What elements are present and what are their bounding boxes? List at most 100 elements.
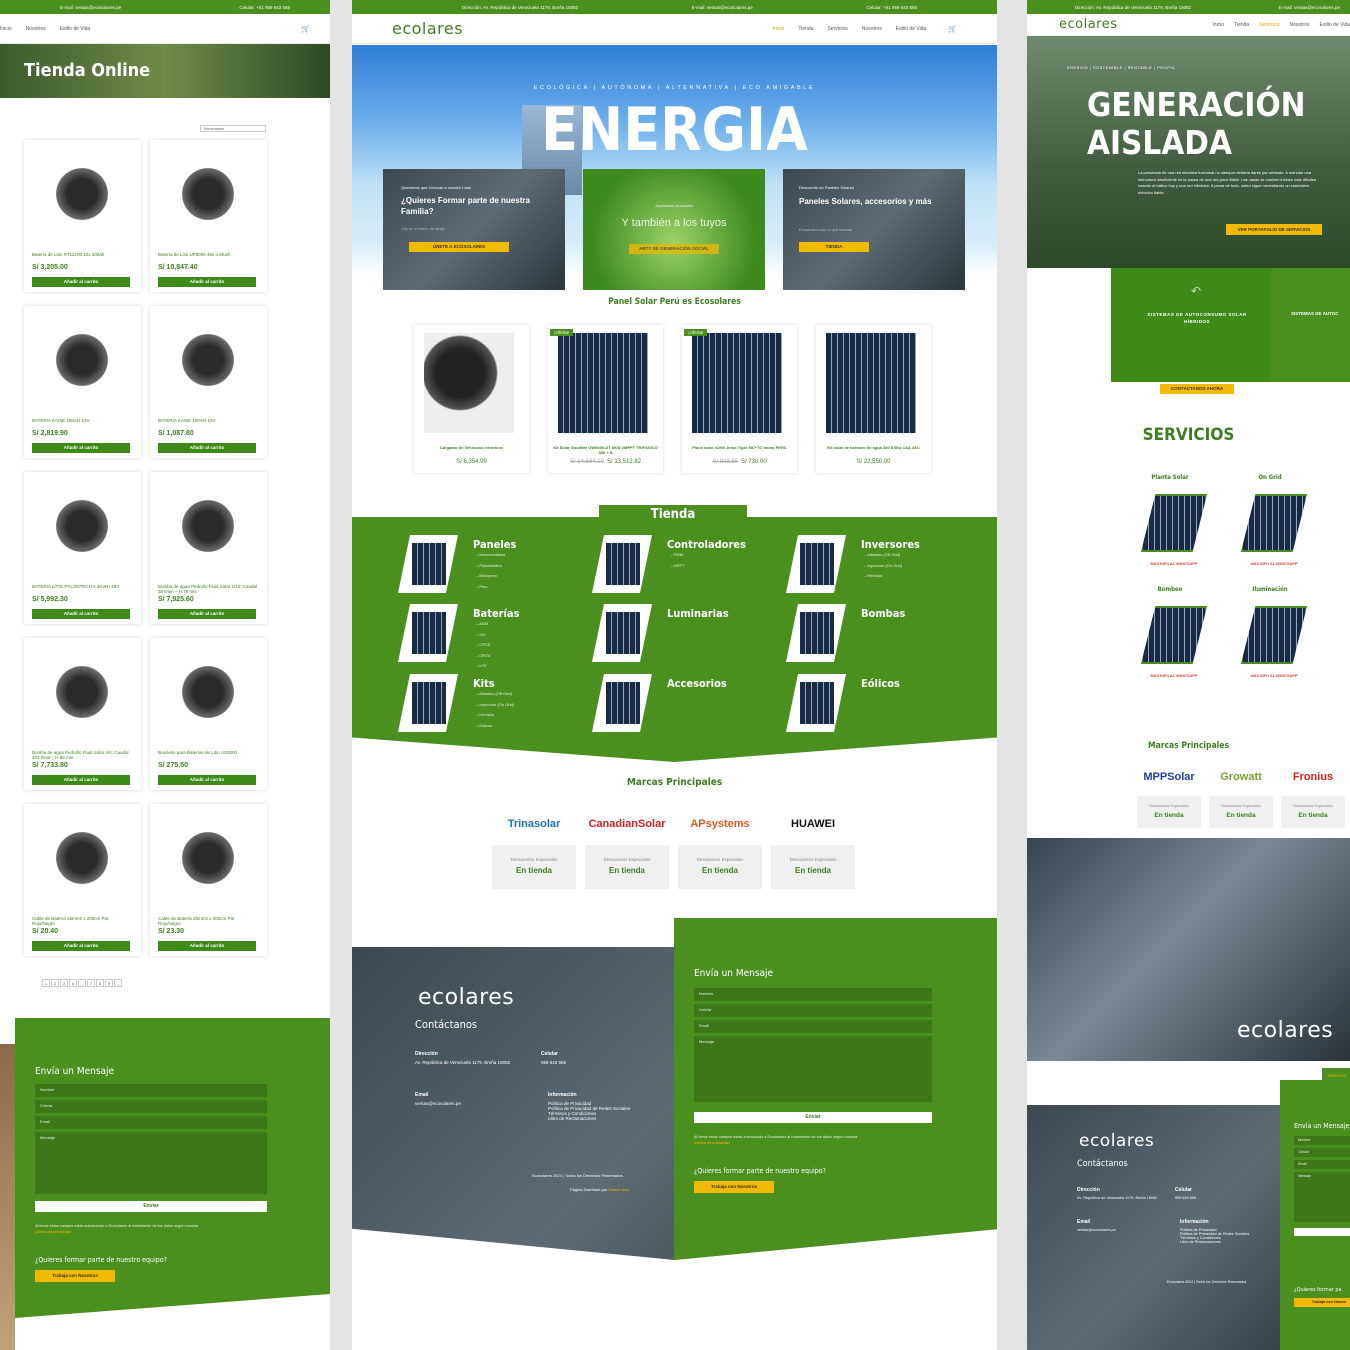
product-name[interactable]: Kit Solar GoodWe GW6000-DT 6KW 2MPPT TRI… — [552, 445, 659, 455]
topbar-phone[interactable]: Celular: +51 959 643 565 — [239, 5, 290, 10]
brand-discount-box[interactable]: Descuentos Especiales En tienda — [1209, 796, 1273, 828]
category-sub-link[interactable]: – Eólicos — [476, 721, 492, 731]
topbar-email[interactable]: E-mail: ventas@ecosolares.pe — [692, 5, 753, 10]
featured-product-card[interactable]: ¡Oferta! Kit Solar GoodWe GW6000-DT 6KW 2… — [548, 325, 663, 473]
privacy-link[interactable]: política de privacidad — [35, 1230, 267, 1234]
brand-discount-box[interactable]: Descuentos Especiales En tienda — [585, 845, 669, 889]
nav-tienda[interactable]: Tienda — [798, 26, 813, 32]
whatsapp-info-link[interactable]: MÁS INFO AL WHATSAPP — [1121, 674, 1227, 678]
product-card[interactable]: Batería de Litio UP5000 48v 4.8Kwh S/ 10,… — [150, 140, 267, 292]
sort-select[interactable]: Novedades — [200, 125, 266, 132]
name-field[interactable]: Nombre — [35, 1084, 267, 1097]
category-sub-link[interactable]: – Perc — [476, 582, 488, 592]
join-button[interactable]: ÚNETE A ECOSOLARES — [409, 242, 509, 252]
page-link[interactable]: 2 — [51, 979, 59, 987]
category-sub-link[interactable]: – Aislados (Off Grid) — [476, 689, 512, 699]
brand-discount-box[interactable]: Descuentos Especiales En tienda — [678, 845, 762, 889]
page-link[interactable]: 4 — [69, 979, 77, 987]
page-link[interactable]: 9 — [105, 979, 113, 987]
brand-logo[interactable]: Trinasolar — [482, 818, 586, 830]
add-to-cart-button[interactable]: Añadir al carrito — [32, 443, 130, 453]
brand-logo[interactable]: CanadianSolar — [575, 818, 679, 830]
brand-logo[interactable]: HUAWEI — [761, 818, 865, 830]
designer-link[interactable]: Edison Azur — [608, 1187, 629, 1192]
category-sub-link[interactable]: – Policristalino — [476, 561, 502, 571]
cart-icon[interactable]: 🛒 — [948, 25, 957, 33]
product-card[interactable]: Brackets para Baterías de Litio US3000 S/… — [150, 638, 267, 790]
nav-nosotros[interactable]: Nosotros — [862, 26, 882, 32]
service-image[interactable] — [1141, 606, 1207, 664]
product-name[interactable]: BATERIA LITIO PYLONTECH 2.4KWH 48V — [32, 584, 132, 589]
brand-logo[interactable]: Growatt — [1203, 771, 1279, 783]
product-image[interactable] — [52, 828, 112, 888]
product-card[interactable]: Bomba de agua Pedrollo Fluid Solar 1/10;… — [150, 472, 267, 624]
whatsapp-info-link[interactable]: MÁS INFO AL WHATSAPP — [1221, 674, 1327, 678]
product-card[interactable]: BATERIA KAISE 150AH 12V S/ 1,087.80 Añadir… — [150, 306, 267, 458]
page-link[interactable]: 3 — [60, 979, 68, 987]
product-image[interactable] — [52, 662, 112, 722]
topbar-phone[interactable]: Celular: +51 959 643 565 — [866, 5, 917, 10]
product-image[interactable] — [178, 496, 238, 556]
nav-estilo-de-vida[interactable]: Estilo de Vida — [1320, 22, 1350, 28]
product-name[interactable]: Bomba de agua Pedrollo Fluid Solar 1/10;… — [158, 584, 258, 594]
product-image[interactable] — [826, 333, 916, 433]
add-to-cart-button[interactable]: Añadir al carrito — [158, 609, 256, 619]
category-sub-link[interactable]: – OPZV — [476, 651, 490, 661]
site-logo[interactable]: ecolares — [392, 19, 463, 38]
email-field[interactable]: Email — [694, 1020, 932, 1033]
site-logo[interactable]: ecolares — [1059, 17, 1118, 32]
service-image[interactable] — [1241, 494, 1307, 552]
category-sub-link[interactable]: – MPPT — [670, 561, 684, 571]
nav-inicio[interactable]: Inicio — [0, 26, 12, 32]
whatsapp-info-link[interactable]: MÁS INFO AL WHATSAPP — [1221, 562, 1327, 566]
product-image[interactable] — [178, 330, 238, 390]
category-title[interactable]: Bombas — [861, 607, 905, 620]
category-title[interactable]: Eólicos — [861, 677, 900, 690]
brand-discount-box[interactable]: Descuentos Especiales En tienda — [492, 845, 576, 889]
product-name[interactable]: Cargador de Vehículos eléctricos — [418, 445, 525, 450]
nav-tienda[interactable]: Tienda — [1234, 22, 1249, 28]
product-name[interactable]: Cable de Batería 16mm2 x 200cm Par Rojo/… — [32, 916, 132, 926]
product-name[interactable]: BATERIA KAISE 150AH 12V — [158, 418, 258, 423]
add-to-cart-button[interactable]: Añadir al carrito — [158, 443, 256, 453]
nav-nosotros[interactable]: Nosotros — [26, 26, 46, 32]
work-with-us-button[interactable]: Trabaja con Nosotr — [1294, 1298, 1350, 1307]
service-image[interactable] — [1241, 606, 1307, 664]
in-store-link[interactable]: En tienda — [492, 866, 576, 875]
work-with-us-button[interactable]: Trabaja con Nosotros — [694, 1181, 774, 1193]
nav-inicio[interactable]: Inicio — [1212, 22, 1224, 28]
category-sub-link[interactable]: – Gel — [476, 630, 486, 640]
product-name[interactable]: Kit solar de bombeo de agua 380 5.5kw 1A… — [820, 445, 927, 450]
page-link[interactable]: → — [114, 979, 122, 987]
product-name[interactable]: Batería de Litio UP5000 48v 4.8Kwh — [158, 252, 258, 257]
product-name[interactable]: Brackets para Baterías de Litio US3000 — [158, 750, 258, 755]
featured-product-card[interactable]: Cargador de Vehículos eléctricos S/ 6,354… — [414, 325, 529, 473]
message-field[interactable]: Mensaje — [694, 1036, 932, 1102]
brand-discount-box[interactable]: Descuentos Especiales En tienda — [1137, 796, 1201, 828]
cart-icon[interactable]: 🛒 — [301, 25, 310, 33]
nav-nosotros[interactable]: Nosotros — [1290, 22, 1310, 28]
message-field[interactable]: Mensaje — [35, 1132, 267, 1194]
email-field[interactable]: Email — [35, 1116, 267, 1129]
add-to-cart-button[interactable]: Añadir al carrito — [158, 775, 256, 785]
nav-servicios[interactable]: Servicios — [827, 26, 847, 32]
product-image[interactable] — [692, 333, 782, 433]
category-sub-link[interactable]: – Inyección (On Grid) — [864, 561, 902, 571]
brand-logo[interactable]: Fronius — [1275, 771, 1350, 783]
category-sub-link[interactable]: – Híbridos — [864, 571, 882, 581]
page-link[interactable]: 8 — [96, 979, 104, 987]
social-button[interactable]: ARTY DE GENERACIÓN SOCIAL — [629, 244, 719, 254]
in-store-link[interactable]: En tienda — [1209, 812, 1273, 819]
in-store-link[interactable]: En tienda — [771, 866, 855, 875]
category-sub-link[interactable]: – Aislados (Off Grid) — [864, 550, 900, 560]
submit-button[interactable]: Enviar — [35, 1201, 267, 1212]
add-to-cart-button[interactable]: Añadir al carrito — [32, 775, 130, 785]
category-sub-link[interactable]: – AGM — [476, 619, 488, 629]
product-card[interactable]: Cable de Batería 25mm2 x 200cm Par Rojo/… — [150, 804, 267, 956]
featured-product-card[interactable]: Kit solar de bombeo de agua 380 5.5kw 1A… — [816, 325, 931, 473]
product-image[interactable] — [52, 330, 112, 390]
brand-logo[interactable]: APsystems — [668, 818, 772, 830]
add-to-cart-button[interactable]: Añadir al carrito — [158, 941, 256, 951]
product-image[interactable] — [424, 333, 514, 433]
shop-button[interactable]: TIENDA — [799, 242, 869, 252]
